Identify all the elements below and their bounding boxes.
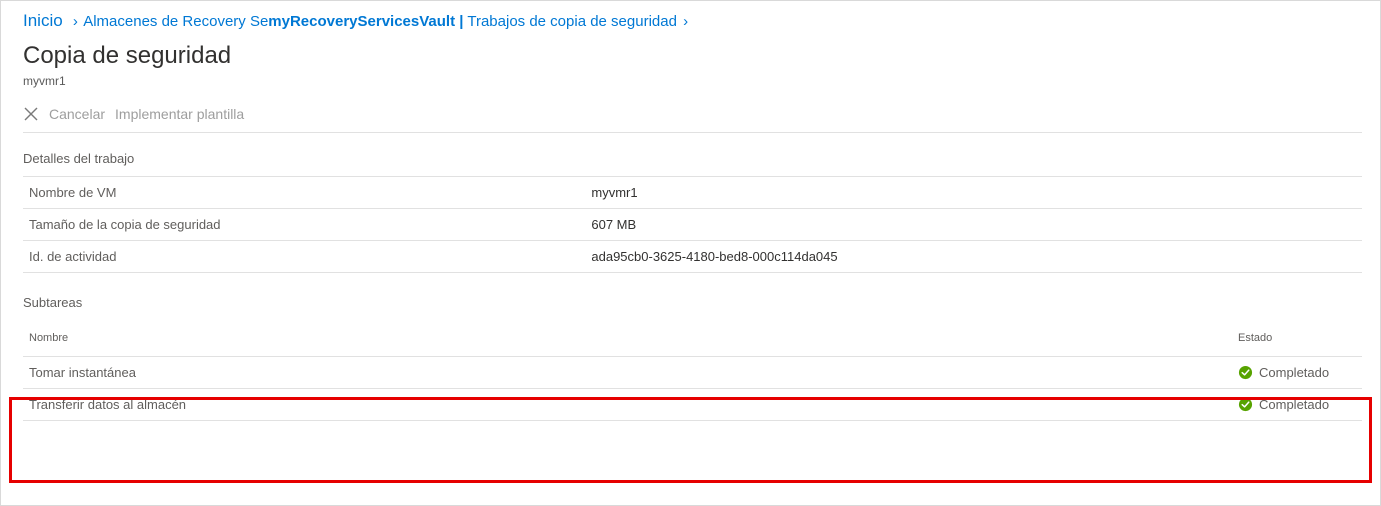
job-details-table: Nombre de VM myvmr1 Tamaño de la copia d… [23,176,1362,273]
column-header-name[interactable]: Nombre [23,320,1232,357]
breadcrumb-vault-name[interactable]: myRecoveryServicesVault | [268,13,463,30]
detail-key: Tamaño de la copia de seguridad [23,209,585,241]
detail-value: myvmr1 [585,177,1362,209]
close-icon[interactable] [23,106,39,122]
breadcrumb-backup-jobs[interactable]: Trabajos de copia de seguridad [467,13,677,30]
breadcrumb-vaults[interactable]: Almacenes de Recovery Se [83,13,268,30]
job-details-label: Detalles del trabajo [23,151,1362,166]
column-header-status[interactable]: Estado [1232,320,1362,357]
detail-row-backup-size: Tamaño de la copia de seguridad 607 MB [23,209,1362,241]
subtasks-label: Subtareas [23,295,1362,310]
toolbar: Cancelar Implementar plantilla [23,100,1362,133]
subtask-status: Completado [1232,357,1362,389]
detail-key: Id. de actividad [23,241,585,273]
cancel-button[interactable]: Cancelar [49,106,105,122]
detail-value: ada95cb0-3625-4180-bed8-000c114da045 [585,241,1362,273]
subtask-status: Completado [1232,389,1362,421]
detail-value: 607 MB [585,209,1362,241]
chevron-right-icon: › [73,13,78,30]
subtask-row: Tomar instantánea Completado [23,357,1362,389]
detail-row-activity-id: Id. de actividad ada95cb0-3625-4180-bed8… [23,241,1362,273]
page-title: Copia de seguridad [23,42,1362,70]
subtask-name: Tomar instantánea [23,357,1232,389]
subtask-row: Transferir datos al almacén Completado [23,389,1362,421]
page-subtitle: myvmr1 [23,74,1362,88]
detail-row-vm-name: Nombre de VM myvmr1 [23,177,1362,209]
subtasks-table: Nombre Estado Tomar instantánea Completa… [23,320,1362,421]
success-icon [1238,397,1253,412]
chevron-right-icon: › [683,13,688,30]
breadcrumb-home[interactable]: Inicio [23,11,63,30]
breadcrumb: Inicio › Almacenes de Recovery SemyRecov… [23,11,1362,40]
detail-key: Nombre de VM [23,177,585,209]
subtask-name: Transferir datos al almacén [23,389,1232,421]
success-icon [1238,365,1253,380]
deploy-template-button[interactable]: Implementar plantilla [115,106,244,122]
